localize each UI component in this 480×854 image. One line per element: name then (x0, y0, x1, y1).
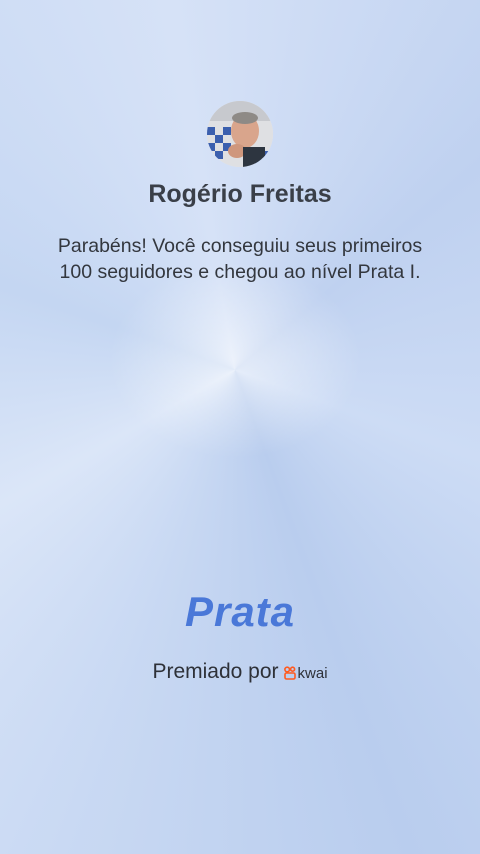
award-line: Premiado por kwai (0, 660, 480, 684)
level-title: Prata (184, 588, 296, 635)
achievement-screen: Rogério Freitas Parabéns! Você conseguiu… (0, 0, 480, 854)
congratulation-message: Parabéns! Você conseguiu seus primeiros … (57, 235, 423, 283)
award-label: Premiado por (152, 660, 279, 683)
profile-name: Rogério Freitas (148, 180, 332, 208)
avatar-photo (207, 101, 273, 167)
kwai-logo-icon (283, 666, 296, 680)
kwai-brand[interactable]: kwai (283, 664, 328, 682)
avatar[interactable] (207, 101, 273, 167)
kwai-brand-name: kwai (297, 664, 328, 682)
